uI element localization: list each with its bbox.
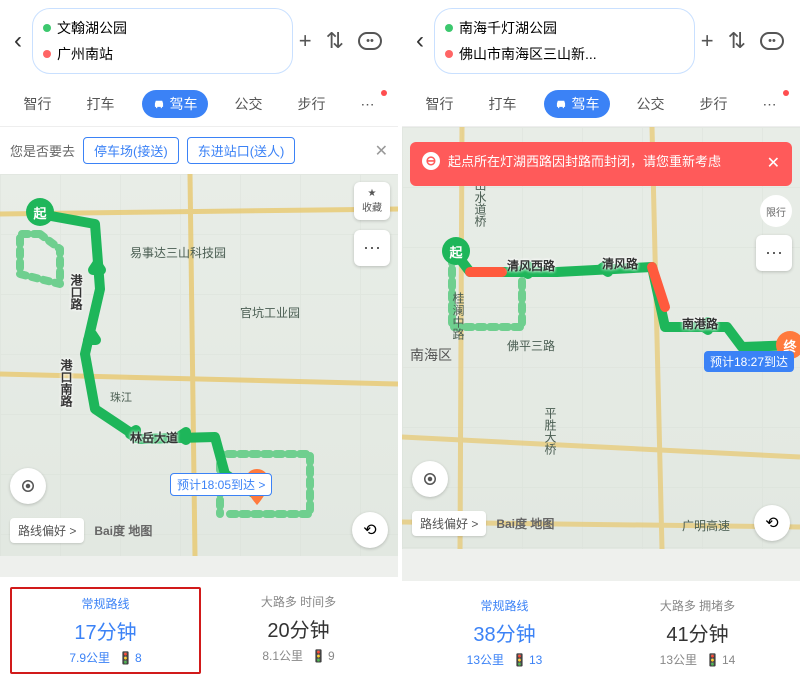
add-icon[interactable]: + bbox=[299, 28, 312, 54]
suggest-option-parking[interactable]: 停车场(接送) bbox=[83, 137, 179, 164]
poi-label: 易事达三山科技园 bbox=[130, 244, 226, 261]
road-label: 港口南路 bbox=[58, 359, 75, 407]
route-preference-button[interactable]: 路线偏好 > bbox=[412, 511, 486, 536]
voice-icon[interactable]: •• bbox=[760, 32, 784, 50]
route-cards: 常规路线 17分钟 7.9公里🚦8 大路多 时间多 20分钟 8.1公里🚦9 bbox=[0, 577, 398, 692]
origin-text: 文翰湖公园 bbox=[57, 18, 127, 38]
destination-dot-icon bbox=[445, 50, 453, 58]
tab-walk[interactable]: 步行 bbox=[692, 90, 736, 118]
tab-more[interactable]: ⋯ bbox=[353, 92, 383, 117]
road-closure-alert: ⊖ 起点所在灯湖西路因封路而封闭，请您重新考虑 ✕ bbox=[410, 142, 792, 186]
origin-dot-icon bbox=[43, 24, 51, 32]
favorite-button[interactable]: ★收藏 bbox=[354, 182, 390, 220]
route-search-box[interactable]: 南海千灯湖公园 佛山市南海区三山新... bbox=[434, 8, 695, 74]
mode-tabs: 智行 打车 驾车 公交 步行 ⋯ bbox=[402, 82, 800, 127]
top-bar: ‹ 文翰湖公园 广州南站 + ⇅ •• bbox=[0, 0, 398, 82]
route-option-2[interactable]: 大路多 时间多 20分钟 8.1公里🚦9 bbox=[205, 587, 392, 674]
route-option-1[interactable]: 常规路线 38分钟 13公里🚦13 bbox=[408, 591, 601, 674]
destination-text: 佛山市南海区三山新... bbox=[459, 44, 597, 64]
tab-smart[interactable]: 智行 bbox=[418, 90, 462, 118]
no-entry-icon: ⊖ bbox=[422, 152, 440, 170]
swap-icon[interactable]: ⇅ bbox=[326, 28, 344, 54]
alert-close-icon[interactable]: ✕ bbox=[767, 152, 780, 176]
tab-bus[interactable]: 公交 bbox=[227, 90, 271, 118]
map-logo: Bai度 地图 bbox=[94, 522, 152, 539]
right-panel: ‹ 南海千灯湖公园 佛山市南海区三山新... + ⇅ •• 智行 打车 驾车 公… bbox=[402, 0, 800, 692]
tab-more[interactable]: ⋯ bbox=[755, 92, 785, 117]
map-logo: Bai度 地图 bbox=[496, 515, 554, 532]
road-label: 佛平三路 bbox=[507, 337, 555, 354]
tab-taxi[interactable]: 打车 bbox=[79, 90, 123, 118]
suggest-option-east[interactable]: 东进站口(送人) bbox=[187, 137, 296, 164]
traffic-light-icon: 🚦14 bbox=[705, 651, 735, 668]
tab-drive[interactable]: 驾车 bbox=[544, 90, 610, 118]
route-option-2[interactable]: 大路多 拥堵多 41分钟 13公里🚦14 bbox=[601, 591, 794, 674]
traffic-light-icon: 🚦8 bbox=[118, 649, 142, 666]
road-label: 清风西路 bbox=[507, 257, 555, 274]
car-icon bbox=[152, 97, 166, 111]
poi-label: 珠江 bbox=[110, 389, 132, 405]
restriction-button[interactable]: 限行 bbox=[760, 195, 792, 227]
alert-text: 起点所在灯湖西路因封路而封闭，请您重新考虑 bbox=[448, 152, 721, 172]
origin-text: 南海千灯湖公园 bbox=[459, 18, 557, 38]
route-cards: 常规路线 38分钟 13公里🚦13 大路多 拥堵多 41分钟 13公里🚦14 bbox=[402, 581, 800, 692]
back-button[interactable]: ‹ bbox=[412, 27, 428, 55]
road-label: 林岳大道 bbox=[130, 429, 178, 446]
swap-icon[interactable]: ⇅ bbox=[728, 28, 746, 54]
road-label: 桂澜中路 bbox=[450, 292, 467, 340]
car-icon bbox=[554, 97, 568, 111]
traffic-light-icon: 🚦13 bbox=[512, 651, 542, 668]
map-canvas[interactable]: 起 终 清风西路 清风路 南港路 桂澜中路 佛平三路 佛山水道桥 平胜大桥 广明… bbox=[402, 127, 800, 549]
add-icon[interactable]: + bbox=[701, 28, 714, 54]
left-panel: ‹ 文翰湖公园 广州南站 + ⇅ •• 智行 打车 驾车 公交 步行 ⋯ 您是否… bbox=[0, 0, 398, 692]
road-label: 平胜大桥 bbox=[542, 407, 559, 455]
suggest-label: 您是否要去 bbox=[10, 141, 75, 160]
refresh-button[interactable]: ⟲ bbox=[754, 505, 790, 541]
map-more-button[interactable]: ⋯ bbox=[756, 235, 792, 271]
tab-bus[interactable]: 公交 bbox=[629, 90, 673, 118]
tab-walk[interactable]: 步行 bbox=[290, 90, 334, 118]
poi-label: 官坑工业园 bbox=[240, 304, 300, 321]
locate-button[interactable] bbox=[412, 461, 448, 497]
road-label: 港口路 bbox=[68, 274, 85, 310]
tab-drive[interactable]: 驾车 bbox=[142, 90, 208, 118]
suggest-close-icon[interactable]: ✕ bbox=[375, 141, 388, 161]
start-marker: 起 bbox=[26, 198, 54, 226]
route-option-1[interactable]: 常规路线 17分钟 7.9公里🚦8 bbox=[10, 587, 201, 674]
traffic-light-icon: 🚦9 bbox=[311, 647, 335, 664]
map-more-button[interactable]: ⋯ bbox=[354, 230, 390, 266]
road-label: 清风路 bbox=[602, 255, 638, 272]
tab-smart[interactable]: 智行 bbox=[16, 90, 60, 118]
refresh-button[interactable]: ⟲ bbox=[352, 512, 388, 548]
eta-bubble[interactable]: 预计18:27到达 bbox=[704, 351, 794, 372]
road-label: 南港路 bbox=[682, 315, 718, 332]
destination-text: 广州南站 bbox=[57, 44, 113, 64]
voice-icon[interactable]: •• bbox=[358, 32, 382, 50]
back-button[interactable]: ‹ bbox=[10, 27, 26, 55]
map-canvas[interactable]: 起 港口路 港口南路 林岳大道 易事达三山科技园 官坑工业园 珠江 ★收藏 ⋯ … bbox=[0, 174, 398, 556]
tab-taxi[interactable]: 打车 bbox=[481, 90, 525, 118]
start-marker: 起 bbox=[442, 237, 470, 265]
mode-tabs: 智行 打车 驾车 公交 步行 ⋯ bbox=[0, 82, 398, 127]
origin-dot-icon bbox=[445, 24, 453, 32]
route-preference-button[interactable]: 路线偏好 > bbox=[10, 518, 84, 543]
locate-button[interactable] bbox=[10, 468, 46, 504]
route-search-box[interactable]: 文翰湖公园 广州南站 bbox=[32, 8, 293, 74]
destination-dot-icon bbox=[43, 50, 51, 58]
area-label: 南海区 bbox=[410, 345, 452, 365]
top-bar: ‹ 南海千灯湖公园 佛山市南海区三山新... + ⇅ •• bbox=[402, 0, 800, 82]
suggest-bar: 您是否要去 停车场(接送) 东进站口(送人) ✕ bbox=[0, 127, 398, 174]
